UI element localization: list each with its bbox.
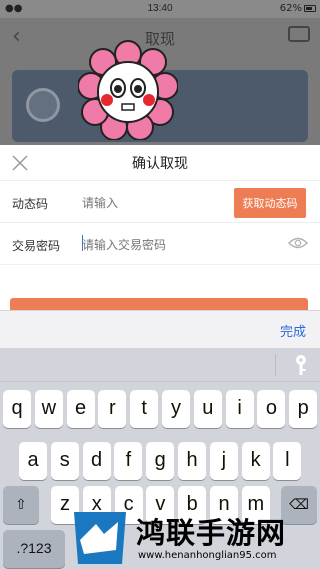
- key-y[interactable]: y: [162, 390, 190, 428]
- key-o[interactable]: o: [257, 390, 286, 428]
- watermark-logo-icon: [74, 512, 126, 564]
- key-e[interactable]: e: [66, 390, 95, 428]
- watermark: 鸿联手游网 www.henanhonglian95.com: [70, 508, 320, 569]
- key-a[interactable]: a: [19, 442, 47, 480]
- eye-icon[interactable]: [288, 236, 308, 250]
- trade-password-label: 交易密码: [12, 239, 61, 253]
- dynamic-code-row: 动态码 获取动态码: [0, 182, 320, 223]
- key-k[interactable]: k: [241, 442, 270, 480]
- key-r[interactable]: r: [98, 390, 127, 428]
- confirm-withdraw-dialog: 确认取现 动态码 获取动态码 交易密码: [0, 145, 320, 310]
- key-icon[interactable]: [294, 354, 308, 376]
- dynamic-code-label: 动态码: [12, 197, 49, 211]
- bank-logo-icon: [26, 88, 60, 122]
- numbers-key[interactable]: .?123: [3, 530, 65, 568]
- text-cursor: [82, 235, 83, 251]
- message-icon: [288, 26, 310, 42]
- battery-icon: [304, 5, 316, 12]
- key-q[interactable]: q: [3, 390, 31, 428]
- keyboard-divider: [275, 354, 276, 376]
- done-button[interactable]: 完成: [280, 321, 306, 340]
- keyboard-accessory-bar: 完成: [0, 310, 320, 348]
- get-code-button[interactable]: 获取动态码: [234, 188, 306, 218]
- watermark-title: 鸿联手游网: [136, 516, 287, 550]
- dialog-title: 确认取现: [132, 156, 188, 172]
- confirm-button[interactable]: [10, 298, 308, 310]
- dynamic-code-input[interactable]: [82, 194, 222, 212]
- flower-sticker-icon: [78, 40, 178, 140]
- key-w[interactable]: w: [34, 390, 63, 428]
- key-i[interactable]: i: [225, 390, 254, 428]
- status-bar: ●● 13:40 62%: [0, 0, 320, 18]
- key-h[interactable]: h: [178, 442, 206, 480]
- key-l[interactable]: l: [273, 442, 302, 480]
- trade-password-row: 交易密码: [0, 224, 320, 265]
- dialog-header: 确认取现: [0, 145, 320, 181]
- trade-password-input[interactable]: [82, 236, 222, 254]
- key-j[interactable]: j: [209, 442, 238, 480]
- watermark-url: www.henanhonglian95.com: [138, 550, 277, 561]
- keyboard-toolbar: [0, 348, 320, 382]
- key-d[interactable]: d: [82, 442, 111, 480]
- key-s[interactable]: s: [50, 442, 79, 480]
- key-u[interactable]: u: [193, 390, 222, 428]
- key-g[interactable]: g: [146, 442, 175, 480]
- shift-key-icon[interactable]: ⇧: [3, 486, 39, 524]
- status-time: 13:40: [147, 3, 173, 14]
- key-p[interactable]: p: [289, 390, 318, 428]
- battery-percent: 62%: [279, 3, 302, 14]
- key-f[interactable]: f: [114, 442, 143, 480]
- key-t[interactable]: t: [130, 390, 159, 428]
